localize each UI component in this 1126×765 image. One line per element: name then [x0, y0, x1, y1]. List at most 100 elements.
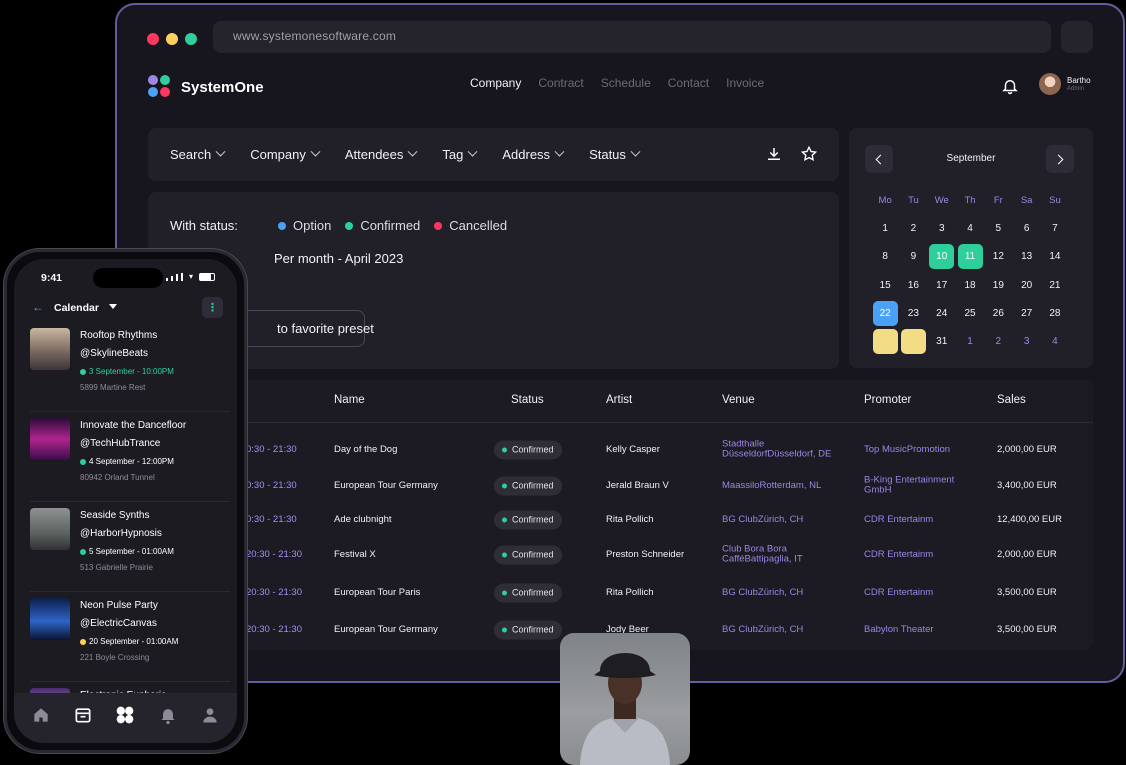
cell-venue[interactable]: BG ClubZürich, CH — [722, 587, 852, 598]
calendar-day[interactable]: 29 — [871, 327, 899, 355]
cell-promoter[interactable]: CDR Entertainm — [864, 587, 984, 598]
event-list-item[interactable]: Seaside Synths @HarborHypnosis 5 September… — [30, 508, 230, 592]
calendar-day[interactable]: 30 — [899, 327, 927, 355]
filter-label: Search — [170, 147, 212, 162]
calendar-day[interactable]: 18 — [956, 271, 984, 299]
cell-promoter[interactable]: Babylon Theater — [864, 624, 984, 635]
calendar-day[interactable]: 16 — [899, 271, 927, 299]
bell-icon[interactable] — [1001, 77, 1019, 95]
calendar-day[interactable]: 7 — [1041, 214, 1069, 242]
nav-schedule[interactable]: Schedule — [601, 76, 651, 90]
table-row[interactable]: 0:30 - 21:30 Day of the Dog Confirmed Kelly… — [148, 432, 1093, 468]
calendar-day[interactable]: 13 — [1012, 243, 1040, 271]
col-artist[interactable]: Artist — [606, 394, 632, 406]
calendar-day[interactable]: 11 — [956, 243, 984, 271]
cell-venue[interactable]: MaassiloRotterdam, NL — [722, 480, 852, 491]
filter-company[interactable]: Company — [250, 146, 321, 162]
filter-status[interactable]: Status — [589, 146, 641, 162]
filter-search[interactable]: Search — [170, 146, 226, 162]
nav-contact[interactable]: Contact — [668, 76, 709, 90]
calendar-day[interactable]: 5 — [984, 214, 1012, 242]
calendar-day[interactable]: 31 — [928, 327, 956, 355]
calendar-day[interactable]: 24 — [928, 299, 956, 327]
logo-icon[interactable] — [115, 705, 135, 725]
cell-venue[interactable]: Stadthalle DüsseldorfDüsseldorf, DE — [722, 439, 852, 461]
maximize-dot[interactable] — [185, 33, 197, 45]
url-bar[interactable]: www.systemonesoftware.com — [213, 21, 1051, 53]
calendar-day[interactable]: 9 — [899, 243, 927, 271]
calendar-day[interactable]: 19 — [984, 271, 1012, 299]
table-row[interactable]: 20:30 - 21:30 Festival X Confirmed Preston … — [148, 537, 1093, 573]
filter-attendees[interactable]: Attendees — [345, 146, 418, 162]
legend-cancelled[interactable]: Cancelled — [434, 218, 507, 233]
table-row[interactable]: 0:30 - 21:30 European Tour Germany Confirm… — [148, 468, 1093, 504]
table-row[interactable]: 20:30 - 21:30 European Tour Paris Confirme… — [148, 575, 1093, 611]
col-name[interactable]: Name — [334, 394, 365, 406]
calendar-day[interactable]: 20 — [1012, 271, 1040, 299]
calendar-day[interactable]: 27 — [1012, 299, 1040, 327]
nav-invoice[interactable]: Invoice — [726, 76, 764, 90]
calendar-day[interactable]: 2 — [984, 327, 1012, 355]
calendar-day[interactable]: 28 — [1041, 299, 1069, 327]
legend-confirmed[interactable]: Confirmed — [345, 218, 420, 233]
avatar[interactable] — [1039, 73, 1061, 95]
period-label[interactable]: Per month - April 2023 — [274, 251, 403, 266]
calendar-day[interactable]: 1 — [871, 214, 899, 242]
cell-venue[interactable]: Club Bora Bora CafféBattipaglia, IT — [722, 544, 852, 566]
filter-tag[interactable]: Tag — [442, 146, 478, 162]
calendar-day[interactable]: 26 — [984, 299, 1012, 327]
browser-action-button[interactable] — [1061, 21, 1093, 53]
download-icon[interactable] — [765, 145, 783, 163]
calendar-day[interactable]: 8 — [871, 243, 899, 271]
nav-contract[interactable]: Contract — [538, 76, 583, 90]
calendar-day[interactable]: 21 — [1041, 271, 1069, 299]
event-list-item[interactable]: Innovate the Dancefloor @TechHubTrance 4 S… — [30, 418, 230, 502]
col-promoter[interactable]: Promoter — [864, 394, 911, 406]
star-icon[interactable] — [800, 145, 818, 163]
status-dot-icon — [502, 483, 507, 489]
more-vertical-icon[interactable]: ⋮ — [202, 297, 223, 318]
cell-venue[interactable]: BG ClubZürich, CH — [722, 624, 852, 635]
next-month-button[interactable] — [1046, 145, 1074, 173]
calendar-day[interactable]: 3 — [1012, 327, 1040, 355]
cell-promoter[interactable]: CDR Entertainm — [864, 549, 984, 560]
calendar-day[interactable]: 23 — [899, 299, 927, 327]
nav-company[interactable]: Company — [470, 76, 521, 90]
calendar-day[interactable]: 6 — [1012, 214, 1040, 242]
status-dot-icon — [80, 458, 86, 465]
calendar-day[interactable]: 4 — [1041, 327, 1069, 355]
cell-venue[interactable]: BG ClubZürich, CH — [722, 514, 852, 525]
col-venue[interactable]: Venue — [722, 394, 755, 406]
cell-promoter[interactable]: CDR Entertainm — [864, 514, 984, 525]
caret-down-icon[interactable] — [109, 304, 117, 309]
calendar-day[interactable]: 25 — [956, 299, 984, 327]
filter-address[interactable]: Address — [502, 146, 565, 162]
calendar-day[interactable]: 3 — [928, 214, 956, 242]
cell-promoter[interactable]: B-King Entertainment GmbH — [864, 475, 984, 497]
legend-option[interactable]: Option — [278, 218, 331, 233]
close-dot[interactable] — [147, 33, 159, 45]
calendar-day[interactable]: 14 — [1041, 243, 1069, 271]
table-row[interactable]: 0:30 - 21:30 Ade clubnight Confirmed Rita P… — [148, 502, 1093, 538]
calendar-day[interactable]: 15 — [871, 271, 899, 299]
calendar-day[interactable]: 10 — [928, 243, 956, 271]
calendar-day[interactable]: 1 — [956, 327, 984, 355]
logo[interactable]: SystemOne — [148, 75, 264, 99]
user-icon[interactable] — [200, 705, 220, 725]
calendar-day[interactable]: 22 — [871, 299, 899, 327]
event-list-item[interactable]: Rooftop Rhythms @SkylineBeats 3 September … — [30, 328, 230, 412]
minimize-dot[interactable] — [166, 33, 178, 45]
calendar-icon[interactable] — [73, 705, 93, 725]
col-sales[interactable]: Sales — [997, 394, 1026, 406]
calendar-day[interactable]: 17 — [928, 271, 956, 299]
home-icon[interactable] — [31, 705, 51, 725]
col-status[interactable]: Status — [511, 394, 544, 406]
event-list-item[interactable]: Neon Pulse Party @ElectricCanvas 20 Septem… — [30, 598, 230, 682]
cell-promoter[interactable]: Top MusicPromotion — [864, 444, 984, 455]
calendar-day[interactable]: 4 — [956, 214, 984, 242]
calendar-day[interactable]: 2 — [899, 214, 927, 242]
calendar-day[interactable]: 12 — [984, 243, 1012, 271]
phone-title[interactable]: Calendar — [54, 302, 99, 314]
arrow-left-icon[interactable]: ← — [32, 300, 44, 314]
bell-icon[interactable] — [158, 705, 178, 725]
